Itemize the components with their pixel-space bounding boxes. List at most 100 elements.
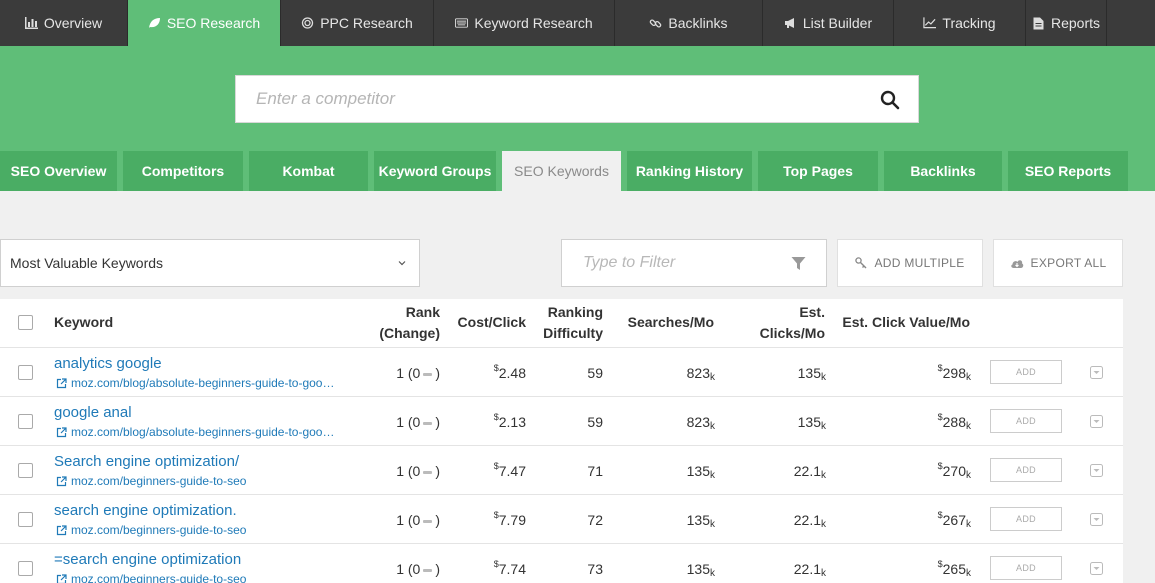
row-checkbox[interactable] [18, 365, 33, 380]
tab-seo-overview[interactable]: SEO Overview [0, 151, 117, 191]
keyword-link[interactable]: search engine optimization. [54, 502, 237, 519]
nav-list-builder-label: List Builder [802, 15, 873, 31]
rank-value: 1 (0 [396, 414, 421, 430]
nav-ppc-research[interactable]: PPC Research [281, 0, 434, 46]
keyword-link[interactable]: =search engine optimization [54, 551, 241, 568]
rank-close: ) [435, 463, 440, 479]
add-keyword-button[interactable]: ADD [990, 409, 1062, 433]
top-nav: Overview SEO Research PPC Research Keywo… [0, 0, 1155, 46]
row-checkbox[interactable] [18, 512, 33, 527]
rank-close: ) [435, 561, 440, 577]
header-clicks-line1: Est. [799, 304, 825, 320]
tab-seo-reports[interactable]: SEO Reports [1008, 151, 1128, 191]
clicks-value: 135 [797, 365, 821, 381]
no-change-icon [423, 372, 433, 376]
keyword-link[interactable]: Search engine optimization/ [54, 453, 239, 470]
external-link-icon [56, 524, 67, 535]
searches-cell: 135k [620, 561, 715, 579]
header-ranking-difficulty[interactable]: Ranking Difficulty [520, 302, 603, 344]
tab-competitors[interactable]: Competitors [123, 151, 243, 191]
header-cost-click[interactable]: Cost/Click [446, 312, 526, 333]
expand-row-icon[interactable] [1090, 415, 1103, 428]
keyword-link[interactable]: analytics google [54, 355, 162, 372]
select-all-checkbox[interactable] [18, 315, 33, 330]
nav-seo-research[interactable]: SEO Research [128, 0, 281, 46]
nav-list-builder[interactable]: List Builder [763, 0, 894, 46]
clicks-suffix: k [821, 421, 826, 432]
cost-value: 7.79 [498, 512, 526, 528]
nav-tracking[interactable]: Tracking [894, 0, 1026, 46]
nav-overview[interactable]: Overview [0, 0, 128, 46]
nav-reports[interactable]: Reports [1026, 0, 1107, 46]
header-est-clicks[interactable]: Est. Clicks/Mo [735, 302, 825, 344]
searches-cell: 823k [620, 414, 715, 432]
click-value-cell: $298k [860, 363, 971, 383]
no-change-icon [423, 519, 433, 523]
view-select[interactable]: Most Valuable Keywords [0, 239, 420, 287]
header-keyword[interactable]: Keyword [54, 312, 113, 333]
chevron-down-icon [398, 261, 406, 266]
url-link[interactable]: moz.com/beginners-guide-to-seo [56, 474, 246, 488]
add-multiple-label: ADD MULTIPLE [874, 256, 965, 270]
keyword-link[interactable]: google anal [54, 404, 132, 421]
searches-cell: 823k [620, 365, 715, 383]
add-keyword-button[interactable]: ADD [990, 360, 1062, 384]
rank-cell: 1 (0) [340, 463, 440, 479]
expand-row-icon[interactable] [1090, 513, 1103, 526]
cost-cell: $2.48 [450, 363, 526, 381]
cost-cell: $7.79 [450, 510, 526, 528]
competitor-search [235, 75, 919, 123]
tab-ranking-history[interactable]: Ranking History [627, 151, 752, 191]
link-icon [650, 18, 662, 28]
expand-row-icon[interactable] [1090, 366, 1103, 379]
tab-label: Backlinks [910, 163, 976, 179]
add-multiple-button[interactable]: ADD MULTIPLE [837, 239, 983, 287]
cost-cell: $7.47 [450, 461, 526, 479]
expand-row-icon[interactable] [1090, 464, 1103, 477]
rank-value: 1 (0 [396, 561, 421, 577]
click-value-cell: $288k [860, 412, 971, 432]
rank-cell: 1 (0) [340, 414, 440, 430]
searches-suffix: k [710, 568, 715, 579]
url-link[interactable]: moz.com/beginners-guide-to-seo [56, 572, 246, 583]
row-checkbox[interactable] [18, 463, 33, 478]
cloud-download-icon [1010, 259, 1023, 268]
header-clicks-line2: Clicks/Mo [759, 325, 825, 341]
tab-backlinks[interactable]: Backlinks [884, 151, 1002, 191]
cost-value: 2.48 [498, 365, 526, 381]
tab-top-pages[interactable]: Top Pages [758, 151, 878, 191]
sub-nav: SEO Overview Competitors Kombat Keyword … [0, 151, 1134, 191]
add-keyword-button[interactable]: ADD [990, 507, 1062, 531]
nav-keyword-research[interactable]: Keyword Research [434, 0, 615, 46]
clicks-cell: 22.1k [735, 463, 826, 481]
tab-seo-keywords[interactable]: SEO Keywords [502, 151, 621, 191]
tab-keyword-groups[interactable]: Keyword Groups [374, 151, 496, 191]
search-icon[interactable] [880, 90, 900, 110]
searches-cell: 135k [620, 463, 715, 481]
header-est-click-value[interactable]: Est. Click Value/Mo [830, 312, 970, 333]
nav-backlinks[interactable]: Backlinks [615, 0, 763, 46]
url-link[interactable]: moz.com/beginners-guide-to-seo [56, 523, 246, 537]
url-link[interactable]: moz.com/blog/absolute-beginners-guide-to… [56, 376, 334, 390]
filter-icon[interactable] [791, 256, 806, 271]
row-checkbox[interactable] [18, 414, 33, 429]
competitor-search-input[interactable] [236, 76, 856, 122]
click-value-suffix: k [966, 568, 971, 579]
clicks-value: 22.1 [793, 463, 821, 479]
click-value: 267 [942, 512, 966, 528]
searches-cell: 135k [620, 512, 715, 530]
url-link[interactable]: moz.com/blog/absolute-beginners-guide-to… [56, 425, 334, 439]
header-rank[interactable]: Rank (Change) [360, 302, 440, 344]
header-searches[interactable]: Searches/Mo [614, 312, 714, 333]
row-checkbox[interactable] [18, 561, 33, 576]
url-text: moz.com/beginners-guide-to-seo [71, 474, 247, 488]
export-all-button[interactable]: EXPORT ALL [993, 239, 1123, 287]
add-keyword-button[interactable]: ADD [990, 556, 1062, 580]
tab-kombat[interactable]: Kombat [249, 151, 368, 191]
filter-input[interactable] [562, 240, 772, 286]
expand-row-icon[interactable] [1090, 562, 1103, 575]
tab-label: Competitors [141, 163, 225, 179]
tab-label: SEO Reports [1024, 163, 1112, 179]
tab-label: SEO Overview [10, 163, 107, 179]
add-keyword-button[interactable]: ADD [990, 458, 1062, 482]
